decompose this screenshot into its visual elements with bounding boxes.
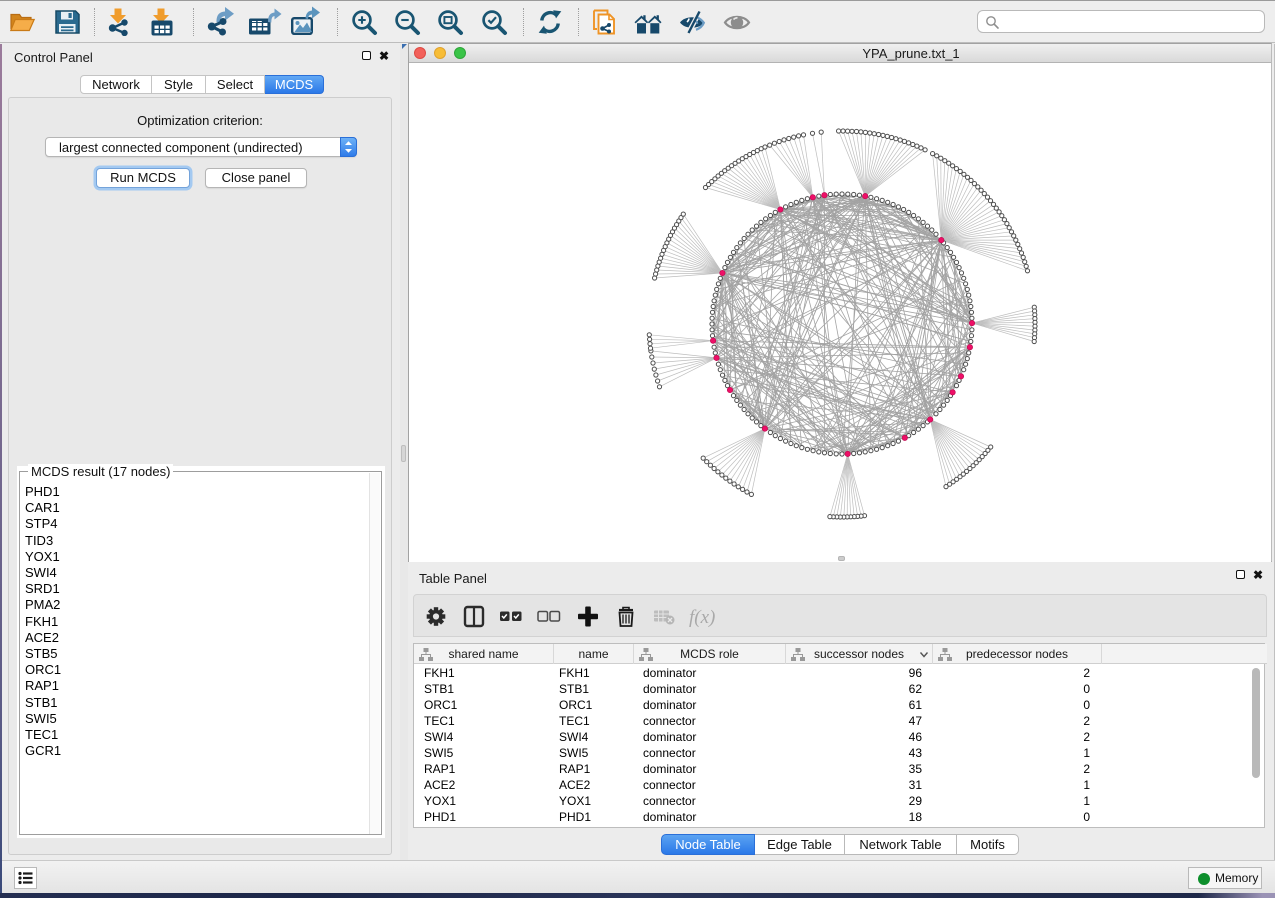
svg-text:f(x): f(x) bbox=[689, 607, 715, 628]
